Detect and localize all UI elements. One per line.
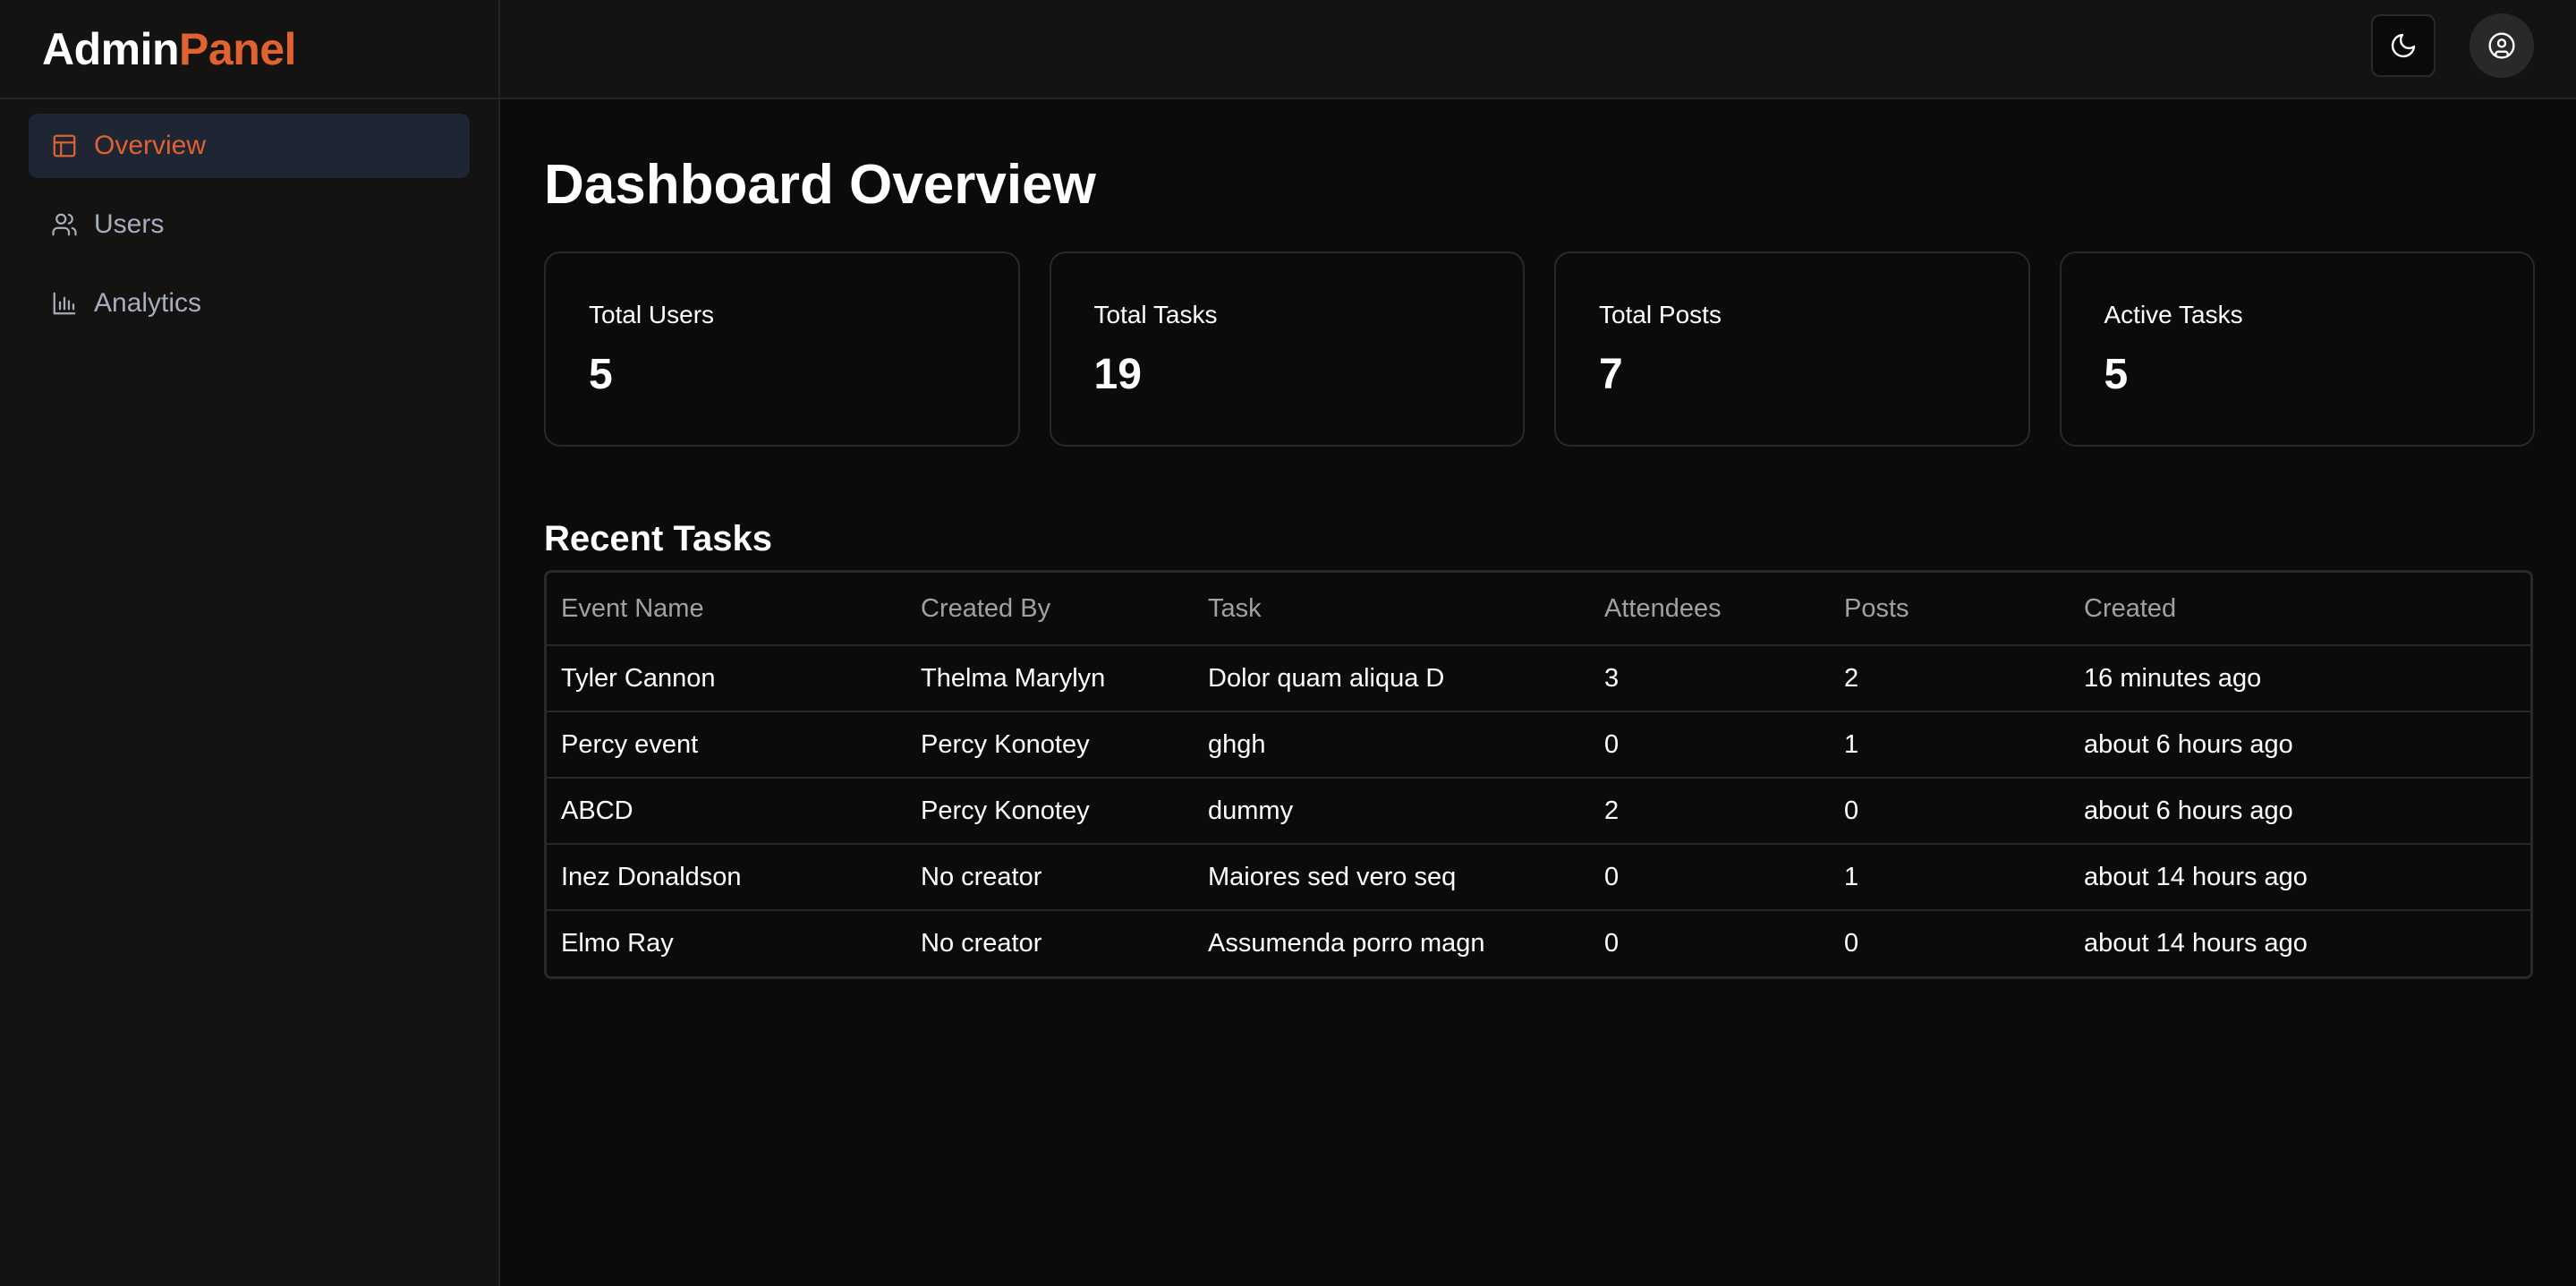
table-row[interactable]: ABCD Percy Konotey dummy 2 0 about 6 hou… bbox=[547, 778, 2530, 845]
stat-label: Total Tasks bbox=[1093, 301, 1218, 328]
table-cell: dummy bbox=[1194, 778, 1590, 845]
recent-tasks-title: Recent Tasks bbox=[544, 519, 772, 559]
brand-panel-text: Panel bbox=[179, 23, 296, 74]
table-cell: 3 bbox=[1590, 645, 1830, 712]
sidebar-nav: Overview Users Analytics bbox=[0, 99, 498, 336]
table-cell: ghgh bbox=[1194, 711, 1590, 779]
stat-value: 5 bbox=[589, 351, 613, 398]
table-cell: 1 bbox=[1830, 711, 2070, 779]
sidebar-item-label: Analytics bbox=[94, 288, 202, 318]
stat-card-total-posts: Total Posts 7 bbox=[1554, 251, 2030, 447]
stats-row: Total Users 5 Total Tasks 19 Total Posts… bbox=[544, 251, 2535, 447]
sidebar-item-users[interactable]: Users bbox=[29, 192, 470, 257]
column-header: Attendees bbox=[1590, 573, 1830, 646]
stat-card-total-users: Total Users 5 bbox=[544, 251, 1020, 447]
table-cell: Tyler Cannon bbox=[547, 645, 906, 712]
theme-toggle-button[interactable] bbox=[2371, 14, 2436, 77]
column-header: Created By bbox=[906, 573, 1194, 646]
table-row[interactable]: Inez Donaldson No creator Maiores sed ve… bbox=[547, 844, 2530, 911]
table-row[interactable]: Percy event Percy Konotey ghgh 0 1 about… bbox=[547, 711, 2530, 779]
users-icon bbox=[51, 211, 78, 238]
table-cell: 0 bbox=[1844, 929, 1859, 958]
table-cell: Percy Konotey bbox=[906, 778, 1194, 845]
table-cell: 0 bbox=[1590, 844, 1830, 911]
table-header-row: Event Name Created By Task Attendees Pos… bbox=[547, 573, 2530, 646]
stat-value: 7 bbox=[1599, 351, 1623, 398]
sidebar: Admin Panel Overview Users Analytics bbox=[0, 0, 500, 1286]
stat-card-active-tasks: Active Tasks 5 bbox=[2059, 251, 2535, 447]
table-cell: Inez Donaldson bbox=[547, 844, 906, 911]
table-cell: 16 minutes ago bbox=[2070, 645, 2530, 712]
table-cell: about 6 hours ago bbox=[2070, 711, 2530, 779]
table-cell: Maiores sed vero seq bbox=[1194, 844, 1590, 911]
brand-logo[interactable]: Admin Panel bbox=[0, 0, 498, 99]
table-row[interactable]: Tyler Cannon Thelma Marylyn Dolor quam a… bbox=[547, 645, 2530, 712]
table-cell: No creator bbox=[906, 844, 1194, 911]
sidebar-item-label: Users bbox=[94, 209, 165, 239]
table-cell: 0 bbox=[1604, 929, 1620, 958]
sidebar-item-analytics[interactable]: Analytics bbox=[29, 271, 470, 336]
table-cell: 2 bbox=[1590, 778, 1830, 845]
table-cell: 2 bbox=[1830, 645, 2070, 712]
table-cell: Percy Konotey bbox=[906, 711, 1194, 779]
table-cell: Assumenda porro magn bbox=[1208, 929, 1485, 958]
table-cell: 0 bbox=[1590, 711, 1830, 779]
stat-value: 19 bbox=[1093, 351, 1142, 398]
sidebar-item-overview[interactable]: Overview bbox=[29, 114, 470, 178]
topbar bbox=[500, 0, 2576, 99]
table-cell: about 14 hours ago bbox=[2084, 929, 2308, 958]
table-cell: Percy event bbox=[547, 711, 906, 779]
stat-label: Total Users bbox=[589, 301, 715, 328]
moon-icon bbox=[2389, 31, 2418, 60]
table-cell: 1 bbox=[1830, 844, 2070, 911]
table-cell: about 14 hours ago bbox=[2070, 844, 2530, 911]
main-content: Dashboard Overview Total Users 5 Total T… bbox=[544, 99, 2535, 979]
stat-label: Active Tasks bbox=[2104, 301, 2243, 328]
table-cell: Dolor quam aliqua D bbox=[1194, 645, 1590, 712]
layout-icon bbox=[51, 132, 78, 159]
stat-label: Total Posts bbox=[1599, 301, 1722, 328]
bar-chart-icon bbox=[51, 290, 78, 317]
stat-value: 5 bbox=[2104, 351, 2129, 398]
table-cell: about 6 hours ago bbox=[2070, 778, 2530, 845]
table-cell: 0 bbox=[1830, 778, 2070, 845]
column-header: Event Name bbox=[547, 573, 906, 646]
table-cell: Elmo Ray bbox=[561, 929, 674, 958]
table-cell: ABCD bbox=[547, 778, 906, 845]
table-row[interactable]: Elmo Ray No creator Assumenda porro magn… bbox=[547, 910, 2530, 976]
stat-card-total-tasks: Total Tasks 19 bbox=[1049, 251, 1525, 447]
brand-admin-text: Admin bbox=[42, 23, 180, 74]
column-header: Created bbox=[2070, 573, 2530, 646]
sidebar-item-label: Overview bbox=[94, 131, 207, 160]
table-cell: No creator bbox=[921, 929, 1042, 958]
user-circle-icon bbox=[2487, 31, 2516, 60]
account-button[interactable] bbox=[2470, 13, 2534, 78]
column-header: Task bbox=[1194, 573, 1590, 646]
table-cell: Thelma Marylyn bbox=[906, 645, 1194, 712]
recent-tasks-table: Event Name Created By Task Attendees Pos… bbox=[544, 570, 2533, 979]
column-header: Posts bbox=[1830, 573, 2070, 646]
page-title: Dashboard Overview bbox=[544, 154, 1096, 216]
